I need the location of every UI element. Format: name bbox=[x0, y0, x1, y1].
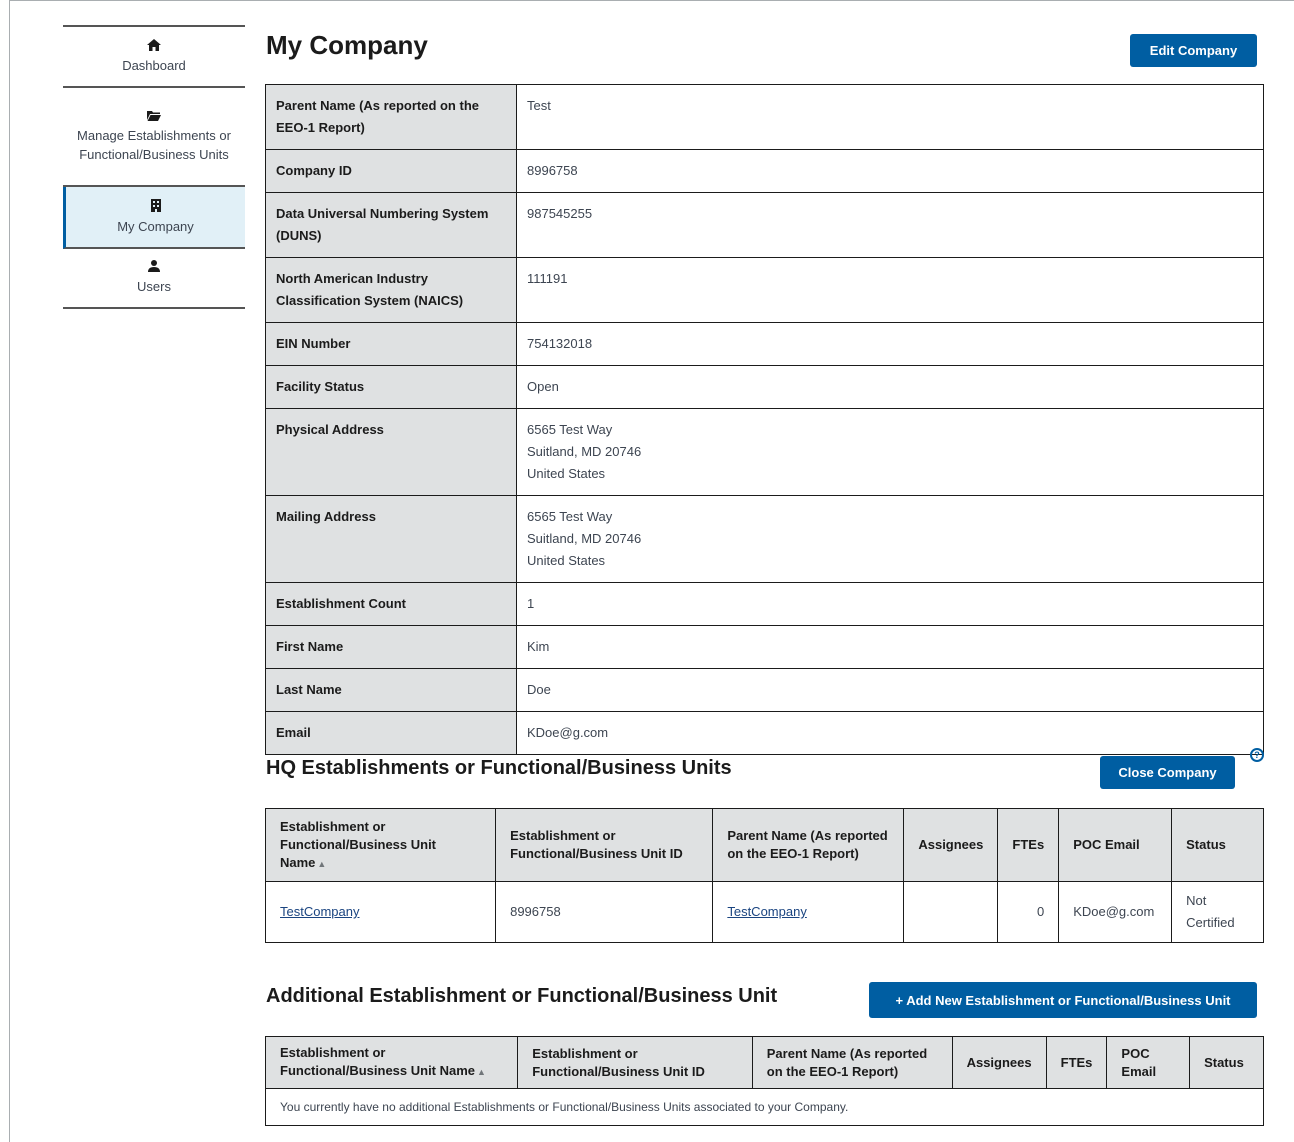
detail-label: First Name bbox=[265, 625, 517, 669]
detail-row-duns: Data Universal Numbering System (DUNS) 9… bbox=[265, 192, 1264, 258]
column-header-name[interactable]: Establishment or Functional/Business Uni… bbox=[264, 1036, 519, 1089]
detail-label: North American Industry Classification S… bbox=[265, 257, 517, 323]
detail-row-first-name: First Name Kim bbox=[265, 625, 1264, 669]
sidebar-item-my-company[interactable]: My Company bbox=[63, 187, 245, 249]
detail-label: Data Universal Numbering System (DUNS) bbox=[265, 192, 517, 258]
detail-value: 987545255 bbox=[516, 192, 1264, 258]
column-header-id: Establishment or Functional/Business Uni… bbox=[495, 808, 714, 882]
detail-label: Parent Name (As reported on the EEO-1 Re… bbox=[265, 84, 517, 150]
hq-section-title: HQ Establishments or Functional/Business… bbox=[266, 757, 732, 779]
detail-row-establishment-count: Establishment Count 1 bbox=[265, 582, 1264, 626]
home-icon bbox=[147, 38, 161, 54]
detail-row-mailing-address: Mailing Address 6565 Test Way Suitland, … bbox=[265, 495, 1264, 583]
empty-message: You currently have no additional Establi… bbox=[265, 1088, 1264, 1126]
column-header-name[interactable]: Establishment or Functional/Business Uni… bbox=[264, 808, 497, 882]
hq-establishments-table: Establishment or Functional/Business Uni… bbox=[264, 808, 1264, 943]
column-header-poc-email: POC Email bbox=[1058, 808, 1173, 882]
cell-parent: TestCompany bbox=[712, 881, 905, 943]
cell-assignees bbox=[903, 881, 999, 943]
sidebar-item-label: Manage Establishments or Functional/Busi… bbox=[77, 127, 231, 162]
close-company-button[interactable]: Close Company bbox=[1100, 756, 1235, 789]
table-header-row: Establishment or Functional/Business Uni… bbox=[264, 808, 1264, 882]
help-icon[interactable]: ? bbox=[1250, 748, 1264, 762]
cell-status: Not Certified bbox=[1171, 881, 1264, 943]
company-details-table: Parent Name (As reported on the EEO-1 Re… bbox=[265, 84, 1264, 755]
detail-value: 8996758 bbox=[516, 149, 1264, 193]
detail-row-email: Email KDoe@g.com bbox=[265, 711, 1264, 755]
additional-establishments-table: Establishment or Functional/Business Uni… bbox=[264, 1036, 1264, 1126]
detail-label: Email bbox=[265, 711, 517, 755]
sidebar-item-label: Dashboard bbox=[122, 57, 186, 73]
sort-ascending-icon[interactable]: ▲ bbox=[477, 1067, 486, 1077]
detail-value: 6565 Test Way Suitland, MD 20746 United … bbox=[516, 495, 1264, 583]
cell-poc-email: KDoe@g.com bbox=[1058, 881, 1173, 943]
window-left-border bbox=[9, 0, 10, 1142]
sidebar-item-manage-establishments[interactable]: Manage Establishments or Functional/Busi… bbox=[63, 88, 245, 187]
detail-label: Last Name bbox=[265, 668, 517, 712]
detail-row-ein: EIN Number 754132018 bbox=[265, 322, 1264, 366]
cell-id: 8996758 bbox=[495, 881, 714, 943]
column-header-assignees: Assignees bbox=[903, 808, 999, 882]
column-header-poc-email: POC Email bbox=[1106, 1036, 1191, 1089]
column-header-status: Status bbox=[1189, 1036, 1264, 1089]
detail-value: Kim bbox=[516, 625, 1264, 669]
empty-table-row: You currently have no additional Establi… bbox=[265, 1088, 1264, 1126]
detail-value: 1 bbox=[516, 582, 1264, 626]
sort-ascending-icon[interactable]: ▲ bbox=[317, 859, 326, 869]
establishment-link[interactable]: TestCompany bbox=[280, 904, 359, 919]
detail-row-facility-status: Facility Status Open bbox=[265, 365, 1264, 409]
detail-label: Company ID bbox=[265, 149, 517, 193]
sidebar-item-dashboard[interactable]: Dashboard bbox=[63, 27, 245, 88]
detail-row-naics: North American Industry Classification S… bbox=[265, 257, 1264, 323]
address-line: Suitland, MD 20746 bbox=[527, 444, 642, 459]
address-line: 6565 Test Way bbox=[527, 422, 613, 437]
column-header-parent-name: Parent Name (As reported on the EEO-1 Re… bbox=[712, 808, 905, 882]
detail-label: Facility Status bbox=[265, 365, 517, 409]
sidebar-item-users[interactable]: Users bbox=[63, 249, 245, 309]
table-header-row: Establishment or Functional/Business Uni… bbox=[264, 1036, 1264, 1089]
address-line: 6565 Test Way bbox=[527, 509, 613, 524]
window-top-border bbox=[9, 0, 1294, 1]
detail-label: Establishment Count bbox=[265, 582, 517, 626]
page-title: My Company bbox=[266, 30, 428, 60]
detail-label: Mailing Address bbox=[265, 495, 517, 583]
detail-label: Physical Address bbox=[265, 408, 517, 496]
detail-value: Test bbox=[516, 84, 1264, 150]
address-line: United States bbox=[527, 466, 606, 481]
column-header-id: Establishment or Functional/Business Uni… bbox=[517, 1036, 753, 1089]
cell-name: TestCompany bbox=[264, 881, 497, 943]
address-line: United States bbox=[527, 553, 606, 568]
table-row: TestCompany 8996758 TestCompany 0 KDoe@g… bbox=[264, 881, 1264, 943]
column-header-ftes: FTEs bbox=[997, 808, 1060, 882]
user-icon bbox=[148, 260, 160, 275]
edit-company-button[interactable]: Edit Company bbox=[1130, 34, 1257, 67]
detail-label: EIN Number bbox=[265, 322, 517, 366]
detail-value: 6565 Test Way Suitland, MD 20746 United … bbox=[516, 408, 1264, 496]
detail-row-parent-name: Parent Name (As reported on the EEO-1 Re… bbox=[265, 84, 1264, 150]
column-header-ftes: FTEs bbox=[1045, 1036, 1108, 1089]
column-header-label: Establishment or Functional/Business Uni… bbox=[280, 1045, 476, 1078]
column-header-status: Status bbox=[1171, 808, 1264, 882]
detail-value: Doe bbox=[516, 668, 1264, 712]
building-icon bbox=[150, 198, 161, 215]
sidebar-item-label: Users bbox=[137, 279, 171, 294]
detail-row-last-name: Last Name Doe bbox=[265, 668, 1264, 712]
detail-value: KDoe@g.com bbox=[516, 711, 1264, 755]
additional-section-title: Additional Establishment or Functional/B… bbox=[266, 985, 778, 1007]
address-line: Suitland, MD 20746 bbox=[527, 531, 642, 546]
detail-value: 111191 bbox=[516, 257, 1264, 323]
folder-icon bbox=[147, 110, 161, 124]
detail-value: 754132018 bbox=[516, 322, 1264, 366]
add-establishment-button[interactable]: + Add New Establishment or Functional/Bu… bbox=[869, 982, 1257, 1018]
parent-link[interactable]: TestCompany bbox=[727, 904, 806, 919]
cell-ftes: 0 bbox=[997, 881, 1060, 943]
detail-value: Open bbox=[516, 365, 1264, 409]
detail-row-company-id: Company ID 8996758 bbox=[265, 149, 1264, 193]
sidebar-nav: Dashboard Manage Establishments or Funct… bbox=[63, 25, 245, 309]
column-header-label: Establishment or Functional/Business Uni… bbox=[280, 818, 437, 870]
column-header-assignees: Assignees bbox=[951, 1036, 1047, 1089]
sidebar-item-label: My Company bbox=[117, 218, 194, 234]
column-header-parent-name: Parent Name (As reported on the EEO-1 Re… bbox=[751, 1036, 953, 1089]
detail-row-physical-address: Physical Address 6565 Test Way Suitland,… bbox=[265, 408, 1264, 496]
